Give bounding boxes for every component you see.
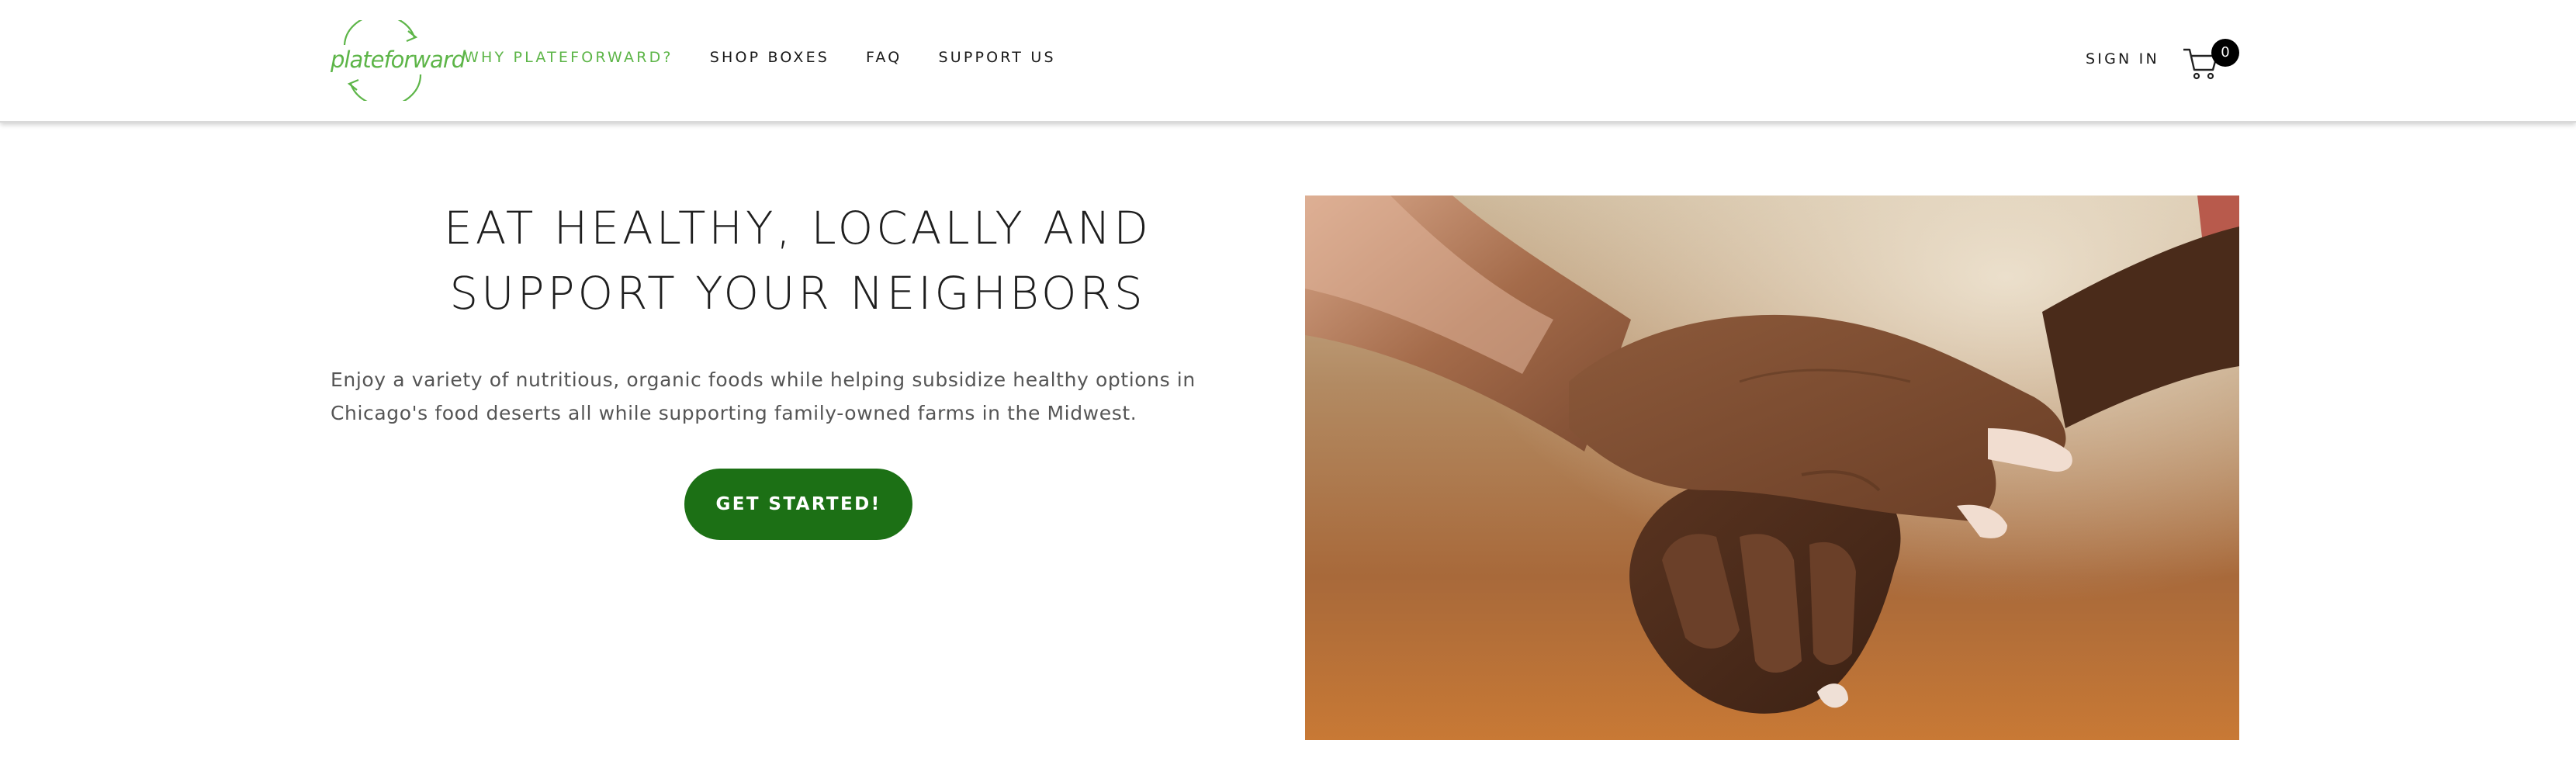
cart-count-badge: 0 (2211, 39, 2239, 67)
get-started-button[interactable]: GET STARTED! (684, 469, 912, 540)
nav-faq[interactable]: FAQ (866, 49, 902, 66)
hero-title: EAT HEALTHY, LOCALLY AND SUPPORT YOUR NE… (444, 202, 1151, 320)
cart-button[interactable]: 0 (2182, 39, 2242, 80)
logo-wordmark: plateforward (331, 47, 466, 73)
nav-shop-boxes[interactable]: SHOP BOXES (710, 49, 829, 66)
nav-why-plateforward[interactable]: WHY PLATEFORWARD? (464, 49, 673, 66)
holding-hands-image (1305, 195, 2239, 740)
nav-support-us[interactable]: SUPPORT US (938, 49, 1055, 66)
site-header: plateforward WHY PLATEFORWARD? SHOP BOXE… (0, 0, 2576, 123)
hero-image-holding-hands (1305, 195, 2239, 740)
plateforward-logo[interactable]: plateforward (327, 20, 466, 101)
hero-description: Enjoy a variety of nutritious, organic f… (331, 368, 1196, 424)
main-nav: WHY PLATEFORWARD? SHOP BOXES FAQ SUPPORT… (464, 49, 1092, 66)
sign-in-link[interactable]: SIGN IN (2086, 50, 2159, 67)
